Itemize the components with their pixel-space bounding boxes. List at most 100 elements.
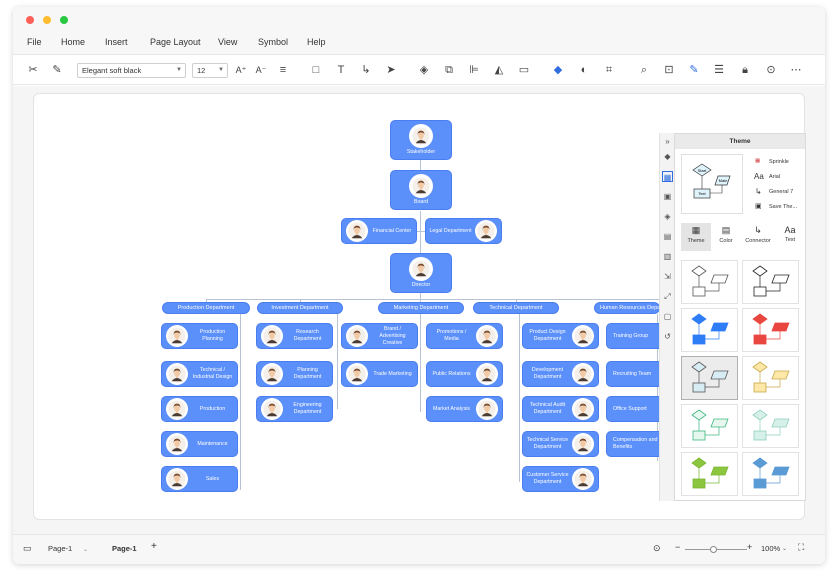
add-page-icon[interactable]: + xyxy=(151,541,157,552)
layers-icon[interactable]: ◈ xyxy=(416,62,432,78)
increase-font-icon[interactable]: A⁺ xyxy=(233,62,249,78)
theme-swatch[interactable] xyxy=(742,404,799,448)
layers-icon[interactable]: ◈ xyxy=(662,211,673,222)
org-node-legal-department[interactable]: Legal Department xyxy=(425,218,502,244)
theme-option-save[interactable]: Save The... xyxy=(769,204,797,210)
dept-technical[interactable]: Technical Department xyxy=(473,302,559,314)
menu-insert[interactable]: Insert xyxy=(105,37,128,47)
theme-swatch[interactable] xyxy=(742,356,799,400)
align-text-icon[interactable]: ≡ xyxy=(275,62,291,78)
theme-swatch[interactable] xyxy=(681,356,738,400)
dept-human-resources[interactable]: Human Resources Department xyxy=(594,302,676,314)
zoom-in-icon[interactable]: + xyxy=(747,542,752,552)
tab-text[interactable]: Aa Text xyxy=(775,223,805,251)
fit-screen-icon[interactable]: ⤢ xyxy=(662,291,673,302)
dept-marketing[interactable]: Marketing Department xyxy=(378,302,464,314)
connector-icon[interactable]: ↳ xyxy=(358,62,374,78)
theme-swatch[interactable] xyxy=(681,404,738,448)
zoom-level[interactable]: 100% xyxy=(761,544,780,553)
minimize-window-button[interactable] xyxy=(43,16,51,24)
pointer-icon[interactable]: ➤ xyxy=(383,62,399,78)
lock-icon[interactable]: 🔒︎ xyxy=(737,62,753,78)
theme-swatch[interactable] xyxy=(742,260,799,304)
menu-file[interactable]: File xyxy=(27,37,42,47)
line-style-icon[interactable]: ☰ xyxy=(711,62,727,78)
org-node-technical-service[interactable]: Technical Service Department xyxy=(522,431,599,457)
scissors-icon[interactable]: ✂ xyxy=(25,62,41,78)
menu-view[interactable]: View xyxy=(218,37,237,47)
data-icon[interactable]: ▥ xyxy=(662,251,673,262)
tab-page-1[interactable]: Page-1 xyxy=(112,544,137,553)
presentation-icon[interactable]: ⊙ xyxy=(653,543,661,554)
font-size-select[interactable]: 12 ▼ xyxy=(192,63,228,78)
org-node-stakeholder[interactable]: Stakeholder xyxy=(390,120,452,160)
org-node-production[interactable]: Production xyxy=(161,396,238,422)
canvas-area[interactable]: Stakeholder Board Financial Center Legal… xyxy=(13,86,825,534)
org-node-promotions-media[interactable]: Promotions / Media xyxy=(426,323,503,349)
org-node-engineering-department[interactable]: Engineering Department xyxy=(256,396,333,422)
org-node-brand-advertising[interactable]: Brand / Advertising Creative xyxy=(341,323,418,349)
more-icon[interactable]: ⋯ xyxy=(788,62,804,78)
fit-icon[interactable]: ⊙ xyxy=(763,62,779,78)
page-view-icon[interactable]: ▭ xyxy=(23,543,32,554)
org-node-financial-center[interactable]: Financial Center xyxy=(341,218,417,244)
crop-icon[interactable]: ⌗ xyxy=(601,62,617,78)
theme-option-font[interactable]: Arial xyxy=(769,174,780,180)
org-node-technical-industrial-design[interactable]: Technical / Industrial Design xyxy=(161,361,238,387)
fullscreen-icon[interactable]: ⛶ xyxy=(798,542,804,553)
menu-help[interactable]: Help xyxy=(307,37,326,47)
fill-icon[interactable]: ◆ xyxy=(662,151,673,162)
font-family-select[interactable]: Elegant soft black ▼ xyxy=(77,63,186,78)
theme-swatch[interactable] xyxy=(681,452,738,496)
org-node-maintenance[interactable]: Maintenance xyxy=(161,431,238,457)
theme-option-connector[interactable]: General 7 xyxy=(769,189,793,195)
org-node-director[interactable]: Director xyxy=(390,253,452,293)
shadow-icon[interactable]: ◐ xyxy=(576,62,592,78)
group-icon[interactable]: ⧉ xyxy=(441,62,457,78)
comment-icon[interactable]: ▢ xyxy=(662,311,673,322)
org-node-trade-marketing[interactable]: Trade Marketing xyxy=(341,361,418,387)
line-color-icon[interactable]: ✎ xyxy=(686,62,702,78)
close-window-button[interactable] xyxy=(26,16,34,24)
find-replace-icon[interactable]: ⊡ xyxy=(661,62,677,78)
chevron-down-icon[interactable]: ⌄ xyxy=(782,545,787,552)
rectangle-icon[interactable]: □ xyxy=(308,62,324,78)
org-node-planning-department[interactable]: Planning Department xyxy=(256,361,333,387)
theme-option-sprinkle[interactable]: Sprinkle xyxy=(769,159,789,165)
image-icon[interactable]: ▣ xyxy=(662,191,673,202)
org-node-market-analysis[interactable]: Market Analysis xyxy=(426,396,503,422)
org-node-product-design[interactable]: Product Design Department xyxy=(522,323,599,349)
format-painter-icon[interactable]: ✎ xyxy=(49,62,65,78)
maximize-window-button[interactable] xyxy=(60,16,68,24)
collapse-panel-icon[interactable]: » xyxy=(662,136,673,147)
zoom-slider-handle[interactable] xyxy=(710,546,717,553)
decrease-font-icon[interactable]: A⁻ xyxy=(253,62,269,78)
chevron-down-icon[interactable]: ⌄ xyxy=(83,546,88,553)
theme-swatch[interactable] xyxy=(681,260,738,304)
theme-swatch[interactable] xyxy=(742,308,799,352)
align-left-icon[interactable]: ⊫ xyxy=(466,62,482,78)
search-icon[interactable]: ⌕ xyxy=(636,62,652,78)
org-node-board[interactable]: Board xyxy=(390,170,452,210)
text-tool-icon[interactable]: T xyxy=(333,62,349,78)
fill-color-icon[interactable]: ◆ xyxy=(550,62,566,78)
menu-page-layout[interactable]: Page Layout xyxy=(150,37,201,47)
dept-production[interactable]: Production Department xyxy=(162,302,250,314)
distribute-icon[interactable]: ▭ xyxy=(516,62,532,78)
org-node-development[interactable]: Development Department xyxy=(522,361,599,387)
theme-grid-icon[interactable]: ▦ xyxy=(662,171,673,182)
menu-symbol[interactable]: Symbol xyxy=(258,37,288,47)
menu-home[interactable]: Home xyxy=(61,37,85,47)
flip-icon[interactable]: ◭ xyxy=(491,62,507,78)
org-node-research-department[interactable]: Research Department xyxy=(256,323,333,349)
export-icon[interactable]: ⇲ xyxy=(662,271,673,282)
dept-investment[interactable]: Investment Department xyxy=(257,302,343,314)
theme-swatch[interactable] xyxy=(742,452,799,496)
org-node-sales[interactable]: Sales xyxy=(161,466,238,492)
org-node-technical-audit[interactable]: Technical Audit Department xyxy=(522,396,599,422)
org-node-customer-service[interactable]: Customer Service Department xyxy=(522,466,599,492)
history-icon[interactable]: ↺ xyxy=(662,331,673,342)
tab-color[interactable]: ▤ Color xyxy=(711,223,741,251)
tab-theme[interactable]: ▦ Theme xyxy=(681,223,711,251)
org-node-production-planning[interactable]: Production Planning xyxy=(161,323,238,349)
